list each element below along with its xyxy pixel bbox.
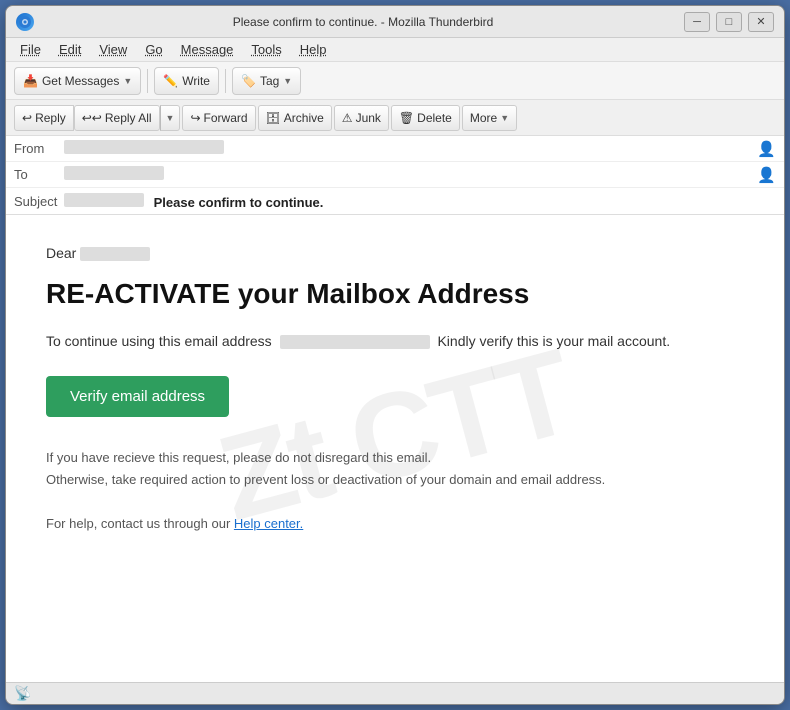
junk-label: Junk <box>356 111 381 125</box>
menu-edit[interactable]: Edit <box>51 40 89 59</box>
footer-line-2: Otherwise, take required action to preve… <box>46 469 744 491</box>
email-headers: From 👤 To 👤 Subject Please confirm to co… <box>6 136 784 215</box>
email-content: Dear RE-ACTIVATE your Mailbox Address To… <box>46 245 744 535</box>
window-title: Please confirm to continue. - Mozilla Th… <box>42 15 684 29</box>
reply-dropdown-button[interactable]: ▼ <box>160 105 181 131</box>
footer-help-line: For help, contact us through our Help ce… <box>46 513 744 535</box>
tag-icon: 🏷️ <box>241 74 256 88</box>
get-messages-dropdown-icon: ▼ <box>123 76 132 86</box>
menu-help[interactable]: Help <box>292 40 335 59</box>
verify-email-button[interactable]: Verify email address <box>46 376 229 417</box>
reply-group: ↩ Reply ↩↩ Reply All ▼ <box>14 105 180 131</box>
menu-go[interactable]: Go <box>137 40 170 59</box>
junk-icon: ⚠ <box>342 111 353 125</box>
reply-all-icon: ↩↩ <box>82 111 102 125</box>
tag-dropdown-icon: ▼ <box>283 76 292 86</box>
email-body-paragraph: To continue using this email address Kin… <box>46 331 744 352</box>
email-footer: If you have recieve this request, please… <box>46 447 744 535</box>
reply-icon: ↩ <box>22 111 32 125</box>
from-contact-icon[interactable]: 👤 <box>757 140 776 158</box>
statusbar: 📡 <box>6 682 784 704</box>
delete-icon: 🗑 <box>399 111 414 125</box>
more-label: More <box>470 111 497 125</box>
reply-button[interactable]: ↩ Reply <box>14 105 74 131</box>
to-row: To 👤 <box>6 162 784 188</box>
status-icon: 📡 <box>14 685 31 702</box>
archive-icon: 🗄 <box>266 111 281 125</box>
body-prefix: To continue using this email address <box>46 333 272 349</box>
dear-text: Dear <box>46 245 76 261</box>
menu-file[interactable]: File <box>12 40 49 59</box>
menu-view[interactable]: View <box>91 40 135 59</box>
from-value-blurred <box>64 140 224 154</box>
to-label: To <box>14 167 64 182</box>
tag-button[interactable]: 🏷️ Tag ▼ <box>232 67 301 95</box>
app-icon <box>16 13 34 31</box>
get-messages-icon: 📥 <box>23 74 38 88</box>
delete-button[interactable]: 🗑 Delete <box>391 105 460 131</box>
get-messages-button[interactable]: 📥 Get Messages ▼ <box>14 67 141 95</box>
tag-label: Tag <box>260 74 279 88</box>
email-address-blurred <box>280 335 430 349</box>
write-label: Write <box>182 74 210 88</box>
to-value <box>64 166 751 183</box>
archive-button[interactable]: 🗄 Archive <box>258 105 332 131</box>
footer-help-prefix: For help, contact us through our <box>46 516 234 531</box>
subject-label: Subject <box>14 194 64 209</box>
email-greeting: Dear <box>46 245 744 261</box>
menu-message[interactable]: Message <box>173 40 242 59</box>
forward-icon: ↪ <box>190 111 200 125</box>
toolbar: 📥 Get Messages ▼ ✏️ Write 🏷️ Tag ▼ <box>6 62 784 100</box>
from-value <box>64 140 751 157</box>
from-row: From 👤 <box>6 136 784 162</box>
more-dropdown-icon: ▼ <box>500 113 509 123</box>
subject-value: Please confirm to continue. <box>64 193 776 210</box>
toolbar-separator-1 <box>147 69 148 93</box>
app-window: Please confirm to continue. - Mozilla Th… <box>5 5 785 705</box>
footer-line-1: If you have recieve this request, please… <box>46 447 744 469</box>
close-button[interactable]: ✕ <box>748 12 774 32</box>
junk-button[interactable]: ⚠ Junk <box>334 105 389 131</box>
toolbar-separator-2 <box>225 69 226 93</box>
reply-all-button[interactable]: ↩↩ Reply All <box>74 105 160 131</box>
window-controls: ─ □ ✕ <box>684 12 774 32</box>
archive-label: Archive <box>284 111 324 125</box>
action-bar: ↩ Reply ↩↩ Reply All ▼ ↪ Forward 🗄 Archi… <box>6 100 784 136</box>
to-value-blurred <box>64 166 164 180</box>
minimize-button[interactable]: ─ <box>684 12 710 32</box>
body-suffix: Kindly verify this is your mail account. <box>437 333 670 349</box>
delete-label: Delete <box>417 111 452 125</box>
subject-blurred <box>64 193 144 207</box>
help-center-link[interactable]: Help center. <box>234 516 303 531</box>
subject-text: Please confirm to continue. <box>154 195 324 210</box>
email-body: Zt CTT Dear RE-ACTIVATE your Mailbox Add… <box>6 215 784 682</box>
maximize-button[interactable]: □ <box>716 12 742 32</box>
to-contact-icon[interactable]: 👤 <box>757 166 776 184</box>
forward-label: Forward <box>204 111 248 125</box>
menubar: File Edit View Go Message Tools Help <box>6 38 784 62</box>
menu-tools[interactable]: Tools <box>243 40 289 59</box>
subject-row: Subject Please confirm to continue. <box>6 188 784 214</box>
more-button[interactable]: More ▼ <box>462 105 517 131</box>
titlebar: Please confirm to continue. - Mozilla Th… <box>6 6 784 38</box>
dear-name-blurred <box>80 247 150 261</box>
write-button[interactable]: ✏️ Write <box>154 67 219 95</box>
reply-all-label: Reply All <box>105 111 152 125</box>
email-heading: RE-ACTIVATE your Mailbox Address <box>46 277 744 311</box>
from-label: From <box>14 141 64 156</box>
reply-dropdown-icon: ▼ <box>166 113 175 123</box>
forward-button[interactable]: ↪ Forward <box>182 105 255 131</box>
reply-label: Reply <box>35 111 66 125</box>
write-icon: ✏️ <box>163 74 178 88</box>
get-messages-label: Get Messages <box>42 74 119 88</box>
